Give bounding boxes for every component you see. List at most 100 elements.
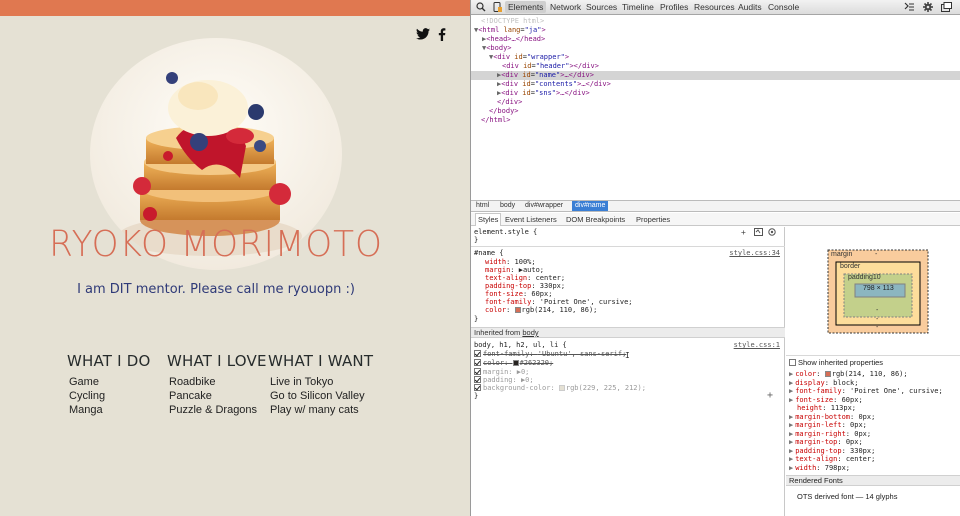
breadcrumb-body[interactable]: body [500,202,515,209]
rendered-fonts-header[interactable]: Rendered Fonts [786,475,960,486]
tag-tail: >…</div> [560,71,594,79]
dom-node-body[interactable]: ▼<body> [482,44,512,53]
dock-side-icon[interactable] [941,2,952,13]
webpage-viewport: RYOKO MORIMOTO I am DIT mentor. Please c… [0,0,470,516]
rule2-selector[interactable]: body, h1, h2, ul, li { [474,341,567,349]
attr-name: lang [503,26,521,34]
computed-prop-margin-right[interactable]: ▶ margin-right: 0px; [789,430,871,439]
attr-name: id [514,53,523,61]
computed-prop-height[interactable]: height: 113px; [797,404,856,413]
dom-node-sns[interactable]: ▶<div id="sns">…</div> [497,89,590,98]
facebook-icon[interactable] [438,28,446,41]
metrics-border-bottom[interactable]: - [876,316,878,323]
dom-node-header[interactable]: <div id="header"></div> [502,62,599,71]
inherited-label: Inherited from [474,328,521,337]
color-swatch[interactable] [514,307,521,313]
tab-timeline[interactable]: Timeline [622,2,654,12]
computed-prop-display[interactable]: ▶ display: block; [789,379,858,388]
dom-close-body[interactable]: </body> [489,107,519,116]
add-property-icon[interactable]: + [767,390,773,401]
tag-name: <div [501,71,519,79]
toggle-state-icon[interactable] [754,228,763,238]
breadcrumb-wrapper[interactable]: div#wrapper [525,202,563,209]
column-heading: WHAT I WANT [268,352,374,370]
dom-node-name-selected[interactable]: ▶<div id="name">…</div> [471,71,960,80]
search-icon[interactable] [476,2,487,13]
inherited-link[interactable]: body [522,328,538,337]
dom-node-wrapper[interactable]: ▼<div id="wrapper"> [489,53,569,62]
color-swatch[interactable] [824,371,831,377]
twitter-icon[interactable] [416,28,430,41]
column-heading: WHAT I LOVE [167,352,267,370]
tab-styles[interactable]: Styles [475,213,502,226]
computed-prop-color[interactable]: ▶ color: rgb(214, 110, 86); [789,370,908,379]
metrics-margin-top[interactable]: - [875,251,877,258]
rule2-source-link[interactable]: style.css:1 [734,341,780,349]
dom-node-contents[interactable]: ▶<div id="contents">…</div> [497,80,611,89]
tab-event-listeners[interactable]: Event Listeners [505,215,557,224]
style-prop-padding-top[interactable]: padding-top: 330px; [485,282,565,290]
rendered-font-info: OTS derived font — 14 glyphs [797,492,898,501]
tab-profiles[interactable]: Profiles [660,2,688,12]
rule-source-link[interactable]: style.css:34 [729,249,780,257]
tab-audits[interactable]: Audits [738,2,762,12]
property-checkbox[interactable] [474,350,481,357]
style-prop-color[interactable]: color: rgb(214, 110, 86); [485,306,597,314]
computed-prop-padding-top[interactable]: ▶ padding-top: 330px; [789,447,875,456]
tab-dom-breakpoints[interactable]: DOM Breakpoints [566,215,625,224]
style-prop-margin-dim[interactable]: margin: ▶0; [474,368,529,376]
dom-close-html[interactable]: </html> [481,116,511,125]
style-prop-color-overridden[interactable]: color: #262320; [474,359,553,367]
element-state-icon[interactable] [768,228,776,238]
property-checkbox[interactable] [474,368,481,375]
style-prop-margin[interactable]: margin: ▶auto; [485,266,544,274]
dom-doctype[interactable]: <!DOCTYPE html> [481,17,544,26]
breadcrumb-html[interactable]: html [476,202,489,209]
console-drawer-icon[interactable] [904,2,915,13]
metrics-padding-bottom[interactable]: - [876,307,878,314]
gear-icon[interactable] [923,2,934,13]
property-checkbox[interactable] [474,376,481,383]
dom-node-html[interactable]: ▼<html lang="ja"> [474,26,546,35]
devtools-panel: Elements Network Sources Timeline Profil… [470,0,960,516]
style-prop-font-family-overridden[interactable]: font-family: 'Ubuntu', sans-serif; [474,350,626,358]
computed-prop-font-family[interactable]: ▶ font-family: 'Poiret One', cursive; [789,387,943,396]
style-prop-font-size[interactable]: font-size: 60px; [485,290,552,298]
tab-sources[interactable]: Sources [586,2,617,12]
computed-prop-font-size[interactable]: ▶ font-size: 60px; [789,396,863,405]
metrics-padding-label[interactable]: padding10 [848,274,881,281]
tab-network[interactable]: Network [550,2,581,12]
tab-console[interactable]: Console [768,2,799,12]
tab-properties[interactable]: Properties [636,215,670,224]
metrics-content-size[interactable]: 798 × 113 [863,285,894,292]
tag-tail: ></div> [569,62,599,70]
color-swatch[interactable] [512,360,519,366]
computed-prop-margin-bottom[interactable]: ▶ margin-bottom: 0px; [789,413,875,422]
tab-resources[interactable]: Resources [694,2,735,12]
element-style-selector[interactable]: element.style { [474,228,537,236]
add-rule-icon[interactable]: + [741,228,746,237]
list-item: Play w/ many cats [270,404,359,416]
breadcrumb-name[interactable]: div#name [572,201,609,211]
style-prop-background-dim[interactable]: background-color: rgb(229, 225, 212); [474,384,646,392]
property-checkbox[interactable] [474,384,481,391]
color-swatch[interactable] [558,385,565,391]
computed-prop-margin-left[interactable]: ▶ margin-left: 0px; [789,421,867,430]
tag-name: <body> [486,44,512,52]
style-prop-width[interactable]: width: 100%; [485,258,536,266]
style-prop-text-align[interactable]: text-align: center; [485,274,565,282]
style-prop-font-family[interactable]: font-family: 'Poiret One', cursive; [485,298,633,306]
style-prop-padding-dim[interactable]: padding: ▶0; [474,376,534,384]
computed-prop-margin-top[interactable]: ▶ margin-top: 0px; [789,438,863,447]
computed-prop-width[interactable]: ▶ width: 798px; [789,464,850,473]
computed-prop-text-align[interactable]: ▶ text-align: center; [789,455,875,464]
show-inherited-checkbox[interactable] [789,359,796,366]
metrics-margin-bottom[interactable]: - [876,324,878,331]
device-mode-icon[interactable] [493,2,504,13]
dom-close-wrapper[interactable]: </div> [497,98,522,107]
show-inherited-toggle[interactable]: Show inherited properties [789,358,883,367]
rule-selector-name[interactable]: #name { [474,249,504,257]
dom-node-head[interactable]: ▶<head>…</head> [482,35,545,44]
tab-elements[interactable]: Elements [505,1,547,13]
property-checkbox[interactable] [474,359,481,366]
